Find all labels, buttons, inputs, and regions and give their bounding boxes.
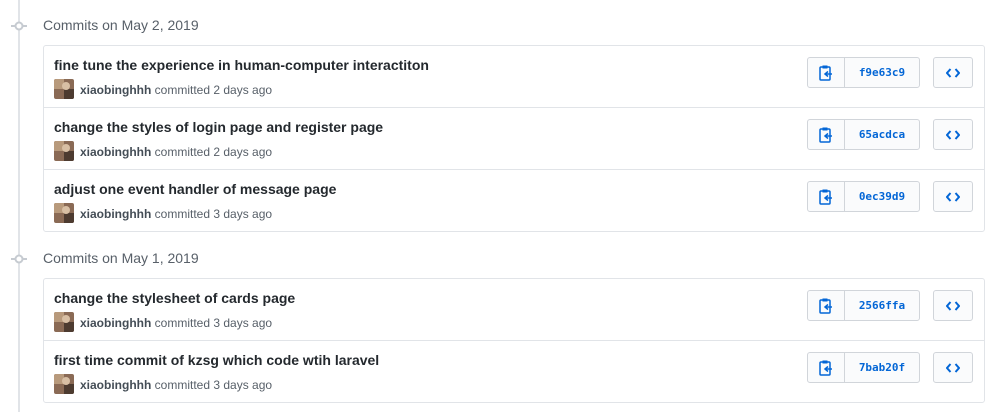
browse-repo-button[interactable] [933, 352, 973, 383]
browse-repo-button[interactable] [933, 57, 973, 88]
browse-repo-button[interactable] [933, 119, 973, 150]
commit-message[interactable]: adjust one event handler of message page [54, 181, 336, 197]
timeline-line [18, 0, 20, 412]
browse-repo-button[interactable] [933, 181, 973, 212]
commit-meta: xiaobinghhh committed 2 days ago [80, 83, 272, 97]
sha-button-group: 65acdca [807, 119, 920, 150]
commit-sha-link[interactable]: f9e63c9 [845, 58, 919, 87]
committed-time: committed 3 days ago [154, 378, 273, 392]
author-link[interactable]: xiaobinghhh [80, 145, 151, 159]
sha-button-group: 7bab20f [807, 352, 920, 383]
git-commit-icon [11, 19, 27, 31]
avatar[interactable] [54, 141, 74, 161]
sha-button-group: 0ec39d9 [807, 181, 920, 212]
copy-sha-button[interactable] [808, 120, 845, 149]
clipboard-icon [819, 65, 832, 81]
copy-sha-button[interactable] [808, 291, 845, 320]
clipboard-icon [819, 360, 832, 376]
commit-message[interactable]: first time commit of kzsg which code wti… [54, 352, 379, 368]
author-link[interactable]: xiaobinghhh [80, 316, 151, 330]
commit-list: change the stylesheet of cards page xiao… [43, 278, 985, 403]
commit-item: first time commit of kzsg which code wti… [44, 340, 984, 402]
code-icon [946, 362, 960, 373]
commit-sha-link[interactable]: 2566ffa [845, 291, 919, 320]
clipboard-icon [819, 189, 832, 205]
commit-message[interactable]: change the styles of login page and regi… [54, 119, 383, 135]
commit-item: fine tune the experience in human-comput… [44, 46, 984, 107]
copy-sha-button[interactable] [808, 58, 845, 87]
commit-message[interactable]: change the stylesheet of cards page [54, 290, 295, 306]
commit-group-title: Commits on May 2, 2019 [43, 17, 199, 33]
author-link[interactable]: xiaobinghhh [80, 378, 151, 392]
clipboard-icon [819, 298, 832, 314]
commit-item: change the stylesheet of cards page xiao… [44, 279, 984, 340]
avatar[interactable] [54, 203, 74, 223]
commit-group-header: Commits on May 1, 2019 [0, 244, 992, 272]
browse-repo-button[interactable] [933, 290, 973, 321]
git-commit-icon [11, 252, 27, 264]
commit-meta: xiaobinghhh committed 3 days ago [80, 378, 272, 392]
code-icon [946, 300, 960, 311]
commit-meta: xiaobinghhh committed 2 days ago [80, 145, 272, 159]
author-link[interactable]: xiaobinghhh [80, 83, 151, 97]
commit-sha-link[interactable]: 65acdca [845, 120, 919, 149]
avatar[interactable] [54, 374, 74, 394]
code-icon [946, 129, 960, 140]
commit-sha-link[interactable]: 7bab20f [845, 353, 919, 382]
commit-group-header: Commits on May 2, 2019 [0, 11, 992, 39]
commit-meta: xiaobinghhh committed 3 days ago [80, 316, 272, 330]
avatar[interactable] [54, 79, 74, 99]
committed-time: committed 3 days ago [154, 207, 273, 221]
avatar[interactable] [54, 312, 74, 332]
commit-sha-link[interactable]: 0ec39d9 [845, 182, 919, 211]
code-icon [946, 191, 960, 202]
sha-button-group: f9e63c9 [807, 57, 920, 88]
author-link[interactable]: xiaobinghhh [80, 207, 151, 221]
copy-sha-button[interactable] [808, 353, 845, 382]
clipboard-icon [819, 127, 832, 143]
commit-list: fine tune the experience in human-comput… [43, 45, 985, 232]
commit-group-title: Commits on May 1, 2019 [43, 250, 199, 266]
committed-time: committed 3 days ago [154, 316, 273, 330]
committed-time: committed 2 days ago [154, 145, 273, 159]
copy-sha-button[interactable] [808, 182, 845, 211]
commit-message[interactable]: fine tune the experience in human-comput… [54, 57, 429, 73]
commit-item: adjust one event handler of message page… [44, 169, 984, 231]
sha-button-group: 2566ffa [807, 290, 920, 321]
commit-meta: xiaobinghhh committed 3 days ago [80, 207, 272, 221]
code-icon [946, 67, 960, 78]
committed-time: committed 2 days ago [154, 83, 273, 97]
commit-item: change the styles of login page and regi… [44, 107, 984, 169]
